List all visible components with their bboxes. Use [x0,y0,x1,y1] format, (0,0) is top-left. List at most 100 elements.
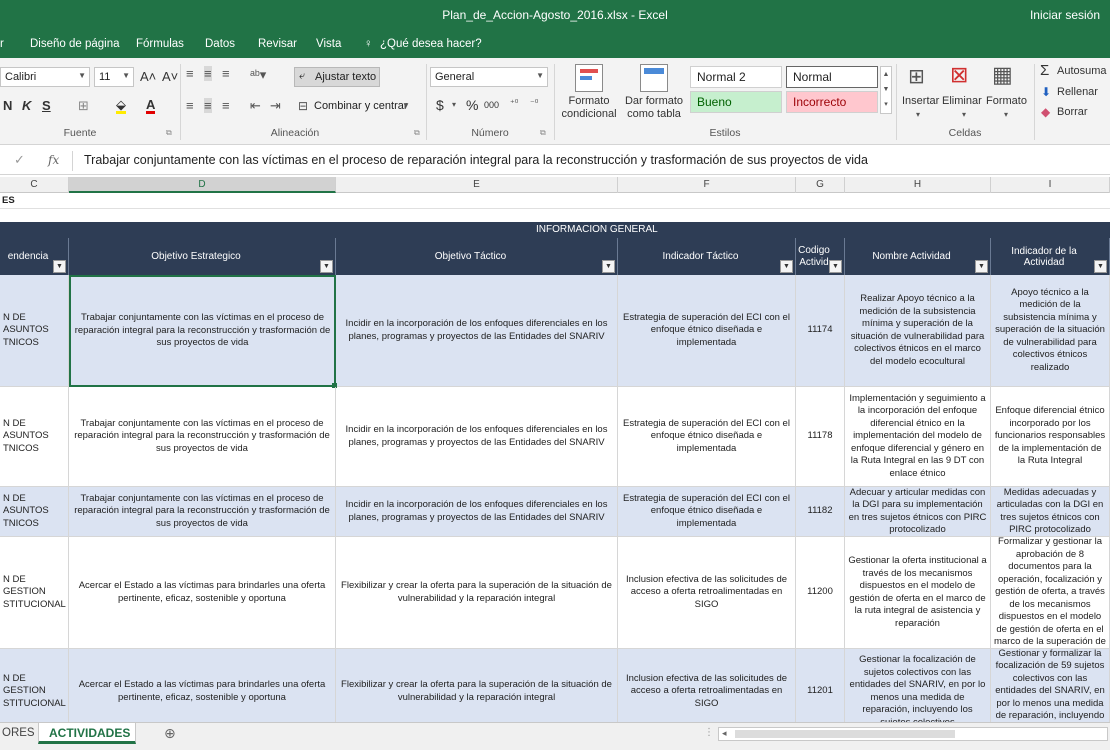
activity-indicator-cell[interactable]: Formalizar y gestionar la aprobación de … [991,537,1110,649]
tactical-indicator-cell[interactable]: Inclusion efectiva de las solicitudes de… [618,649,796,722]
activity-name-cell[interactable]: Gestionar la oferta institucional a trav… [845,537,991,649]
activity-indicator-cell[interactable]: Gestionar y formalizar la focalización d… [991,649,1110,722]
activity-indicator-cell[interactable]: Medidas adecuadas y articuladas con la D… [991,487,1110,537]
clear-button[interactable]: Borrar [1057,106,1088,118]
filter-dropdown-icon[interactable]: ▼ [975,260,988,273]
activity-name-cell[interactable]: Gestionar la focalización de sujetos col… [845,649,991,722]
style-normal2[interactable]: Normal 2 [690,66,782,88]
activity-code-cell[interactable]: 11200 [796,537,845,649]
chevron-down-icon[interactable]: ▾ [1004,110,1008,119]
font-color-icon[interactable]: A [146,98,156,114]
dependency-cell[interactable]: N DE ASUNTOS TNICOS [0,387,69,487]
scroll-left-icon[interactable]: ◂ [722,728,727,739]
orientation-icon[interactable]: ᵃᵇ▾ [250,67,266,83]
style-good[interactable]: Bueno [690,91,782,113]
dependency-cell[interactable]: N DE GESTION STITUCIONAL [0,537,69,649]
tactical-objective-cell[interactable]: Incidir en la incorporación de los enfoq… [336,387,618,487]
tab-data[interactable]: Datos [205,38,235,50]
sign-in-link[interactable]: Iniciar sesión [1030,8,1100,22]
sheet-tab-ores[interactable]: ORES [2,727,35,739]
tactical-objective-cell[interactable]: Incidir en la incorporación de los enfoq… [336,487,618,537]
dialog-launcher-icon[interactable]: ⧉ [540,128,546,138]
style-bad[interactable]: Incorrecto [786,91,878,113]
borders-icon[interactable]: ⊞ [78,98,89,114]
scrollbar-thumb[interactable] [735,730,955,738]
horizontal-scrollbar[interactable]: ◂ [718,727,1108,741]
font-size-select[interactable]: 11 ▼ [94,67,134,87]
italic-button[interactable]: K [22,98,31,113]
thousands-button[interactable]: 000 [484,100,499,110]
filter-dropdown-icon[interactable]: ▼ [780,260,793,273]
chevron-down-icon[interactable]: ▾ [452,100,456,109]
tactical-indicator-cell[interactable]: Inclusion efectiva de las solicitudes de… [618,537,796,649]
column-header-e[interactable]: E [336,177,618,193]
increase-indent-icon[interactable]: ⇥ [270,98,281,114]
chevron-down-icon[interactable]: ▾ [916,110,920,119]
dependency-cell[interactable]: N DE GESTION STITUCIONAL [0,649,69,722]
activity-code-cell[interactable]: 11182 [796,487,845,537]
filter-dropdown-icon[interactable]: ▼ [602,260,615,273]
tactical-indicator-cell[interactable]: Estrategia de superación del ECI con el … [618,387,796,487]
align-middle-icon[interactable]: ≡ [204,66,212,81]
styles-scroll[interactable]: ▲ ▼ ▾ [880,66,892,114]
tactical-objective-cell[interactable]: Flexibilizar y crear la oferta para la s… [336,537,618,649]
merge-center-button[interactable]: ⊟ Combinar y centrar ▼ [296,97,416,117]
tactical-indicator-cell[interactable]: Estrategia de superación del ECI con el … [618,487,796,537]
dependency-cell[interactable]: N DE ASUNTOS TNICOS [0,487,69,537]
format-table-button[interactable]: Dar formato como tabla [622,95,686,121]
activity-name-cell[interactable]: Realizar Apoyo técnico a la medición de … [845,275,991,387]
column-header-c[interactable]: C [0,177,69,193]
conditional-format-button[interactable]: Formato condicional [556,95,622,121]
dialog-launcher-icon[interactable]: ⧉ [166,128,172,138]
strategic-objective-cell[interactable]: Trabajar conjuntamente con las víctimas … [69,275,336,387]
strategic-objective-cell[interactable]: Trabajar conjuntamente con las víctimas … [69,487,336,537]
percent-button[interactable]: % [466,97,478,113]
check-icon[interactable]: ✓ [14,152,25,168]
grow-font-icon[interactable]: A˄ [140,69,156,84]
fx-icon[interactable]: fx [48,153,59,167]
activity-code-cell[interactable]: 11174 [796,275,845,387]
fill-button[interactable]: Rellenar [1057,86,1098,98]
activity-indicator-cell[interactable]: Apoyo técnico a la medición de la subsis… [991,275,1110,387]
align-left-icon[interactable]: ≡ [186,98,194,113]
wrap-text-button[interactable]: ⤶ Ajustar texto [294,67,380,87]
tab-partial[interactable]: r [0,38,4,50]
align-bottom-icon[interactable]: ≡ [222,66,230,81]
strategic-objective-cell[interactable]: Acercar el Estado a las víctimas para br… [69,537,336,649]
column-header-i[interactable]: I [991,177,1110,193]
insert-button[interactable]: Insertar [902,95,939,107]
decrease-decimal-icon[interactable]: ⁻⁰ [530,98,538,109]
fill-color-icon[interactable]: ⬙ [116,98,126,114]
tab-page-layout[interactable]: Diseño de página [30,38,120,50]
align-center-icon[interactable]: ≡ [204,98,212,113]
underline-button[interactable]: S [42,98,51,113]
dependency-cell[interactable]: N DE ASUNTOS TNICOS [0,275,69,387]
increase-decimal-icon[interactable]: ⁺⁰ [510,98,518,109]
filter-dropdown-icon[interactable]: ▼ [53,260,66,273]
currency-icon[interactable]: $ [436,97,444,113]
column-header-f[interactable]: F [618,177,796,193]
style-normal[interactable]: Normal [786,66,878,88]
filter-dropdown-icon[interactable]: ▼ [829,260,842,273]
shrink-font-icon[interactable]: A˅ [162,69,178,84]
activity-code-cell[interactable]: 11201 [796,649,845,722]
font-name-select[interactable]: Calibri ▼ [0,67,90,87]
activity-name-cell[interactable]: Adecuar y articular medidas con la DGI p… [845,487,991,537]
delete-button[interactable]: Eliminar [942,95,982,107]
formula-input[interactable]: Trabajar conjuntamente con las víctimas … [84,153,868,167]
sheet-tab-activities[interactable]: ACTIVIDADES [38,723,136,744]
strategic-objective-cell[interactable]: Acercar el Estado a las víctimas para br… [69,649,336,722]
tab-formulas[interactable]: Fórmulas [136,38,184,50]
align-top-icon[interactable]: ≡ [186,66,194,81]
format-button[interactable]: Formato [986,95,1027,107]
chevron-down-icon[interactable]: ▾ [962,110,966,119]
bold-button[interactable]: N [3,98,12,113]
activity-code-cell[interactable]: 11178 [796,387,845,487]
tell-me-search[interactable]: ¿Qué desea hacer? [380,38,482,50]
tab-review[interactable]: Revisar [258,38,297,50]
strategic-objective-cell[interactable]: Trabajar conjuntamente con las víctimas … [69,387,336,487]
dialog-launcher-icon[interactable]: ⧉ [414,128,420,138]
column-header-d[interactable]: D [69,177,336,193]
activity-name-cell[interactable]: Implementación y seguimiento a la incorp… [845,387,991,487]
column-header-h[interactable]: H [845,177,991,193]
